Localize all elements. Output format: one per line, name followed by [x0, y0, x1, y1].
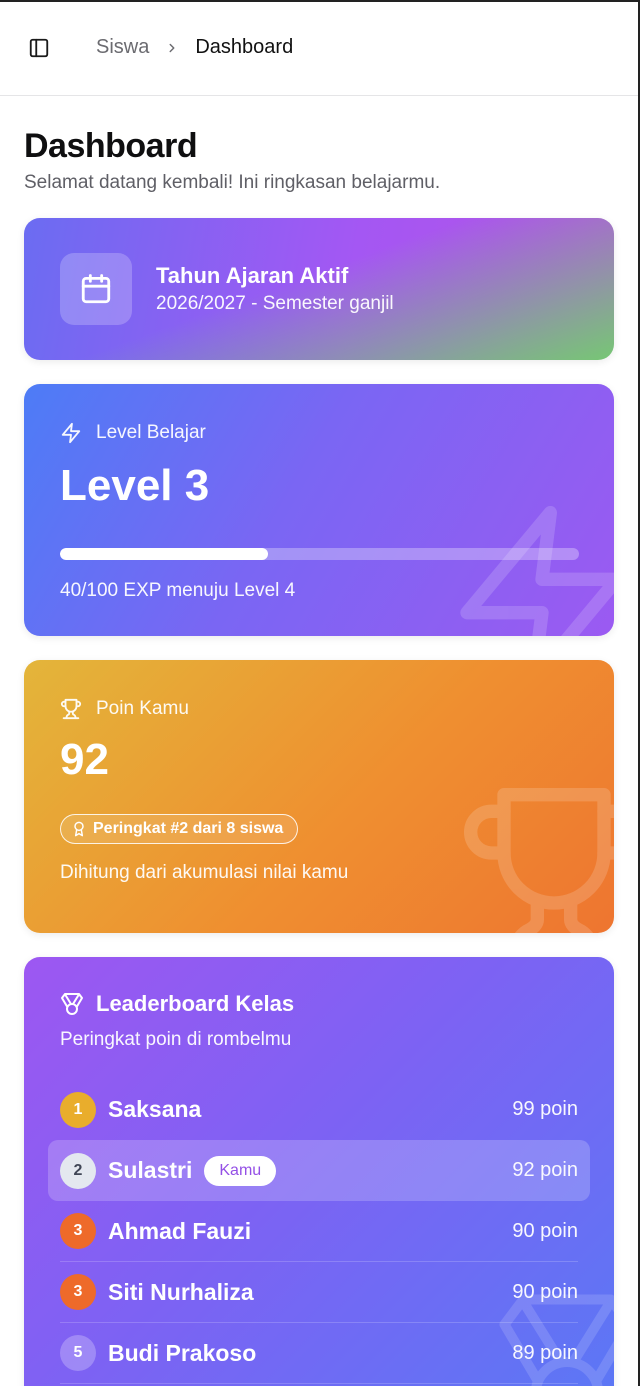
- level-caption: 40/100 EXP menuju Level 4: [60, 580, 296, 601]
- rank-badge: Peringkat #2 dari 8 siswa: [60, 814, 299, 844]
- academic-year-value: 2026/2027 - Semester ganjil: [156, 293, 394, 314]
- zap-background-icon: [460, 506, 614, 636]
- leaderboard-subtitle: Peringkat poin di rombelmu: [60, 1029, 292, 1050]
- level-label: Level Belajar: [96, 422, 206, 443]
- rank-number: 3: [60, 1213, 96, 1249]
- breadcrumb-parent-link[interactable]: Siswa: [96, 36, 149, 59]
- main-content: Dashboard Selamat datang kembali! Ini ri…: [0, 96, 640, 1386]
- leaderboard-row: 3 Siti Nurhaliza 90 poin: [60, 1262, 578, 1323]
- student-name: Siti Nurhaliza: [108, 1278, 254, 1305]
- chevron-right-icon: [165, 41, 179, 55]
- breadcrumb-current: Dashboard: [195, 36, 294, 58]
- you-badge: Kamu: [204, 1155, 277, 1186]
- award-icon: [71, 821, 87, 837]
- rank-number: 5: [60, 1335, 96, 1371]
- student-name: Saksana: [108, 1096, 202, 1122]
- leaderboard-card: Leaderboard Kelas Peringkat poin di romb…: [24, 957, 614, 1386]
- student-points: 90 poin: [512, 1280, 578, 1303]
- calendar-icon: [60, 253, 132, 325]
- student-name: Sulastri: [108, 1157, 193, 1183]
- leaderboard-row: 3 Ahmad Fauzi 90 poin: [60, 1201, 578, 1262]
- rank-number: 2: [60, 1152, 96, 1189]
- leaderboard-row: 1 Saksana 99 poin: [60, 1079, 578, 1140]
- top-bar: Siswa Dashboard: [0, 0, 640, 96]
- exp-progress-bar: [60, 548, 579, 560]
- points-label: Poin Kamu: [96, 698, 189, 719]
- leaderboard-row: 5 Budi Prakoso 89 poin: [60, 1323, 578, 1384]
- student-points: 92 poin: [512, 1159, 578, 1181]
- page-title: Dashboard: [24, 127, 198, 165]
- leaderboard-list: 1 Saksana 99 poin 2 Sulastri Kamu 92 poi…: [48, 1079, 590, 1384]
- academic-year-card: Tahun Ajaran Aktif 2026/2027 - Semester …: [24, 218, 614, 360]
- student-points: 89 poin: [512, 1341, 578, 1364]
- rank-badge-text: Peringkat #2 dari 8 siswa: [93, 820, 284, 837]
- level-card: Level Belajar Level 3 40/100 EXP menuju …: [24, 384, 614, 636]
- leaderboard-title: Leaderboard Kelas: [96, 991, 295, 1016]
- rank-number: 1: [60, 1091, 96, 1128]
- exp-progress-fill: [60, 548, 268, 560]
- trophy-background-icon: [464, 788, 614, 933]
- points-caption: Dihitung dari akumulasi nilai kamu: [60, 862, 349, 883]
- rank-number: 3: [60, 1274, 96, 1310]
- academic-year-title: Tahun Ajaran Aktif: [156, 263, 349, 288]
- student-name: Ahmad Fauzi: [108, 1217, 252, 1244]
- leaderboard-row-current-user: 2 Sulastri Kamu 92 poin: [48, 1140, 590, 1201]
- breadcrumb: Siswa Dashboard: [96, 36, 293, 59]
- page-subtitle: Selamat datang kembali! Ini ringkasan be…: [24, 172, 441, 193]
- student-points: 99 poin: [512, 1098, 578, 1120]
- medal-icon: [60, 992, 84, 1016]
- student-points: 90 poin: [512, 1219, 578, 1242]
- sidebar-toggle-icon[interactable]: [26, 35, 52, 61]
- trophy-icon: [60, 698, 82, 720]
- zap-icon: [60, 422, 82, 444]
- points-card: Poin Kamu 92 Peringkat #2 dari 8 siswa D…: [24, 660, 614, 933]
- student-name: Budi Prakoso: [108, 1339, 257, 1366]
